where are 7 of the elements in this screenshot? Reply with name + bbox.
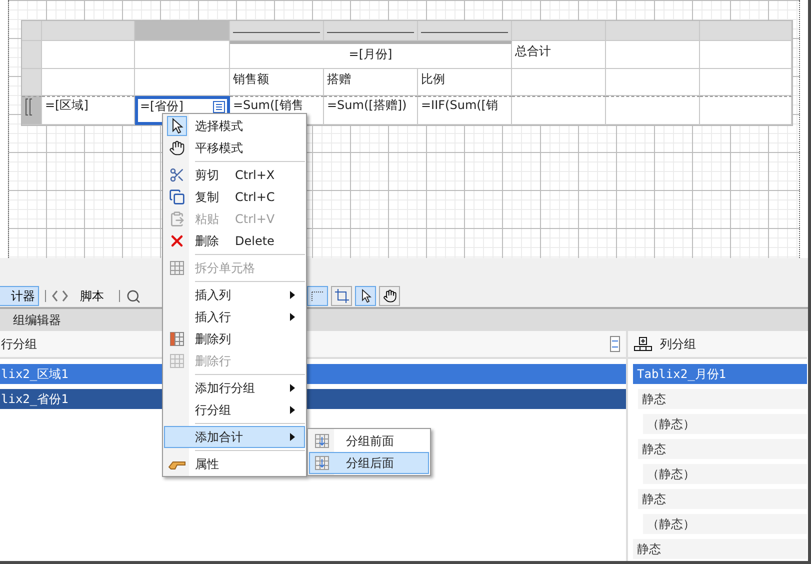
table-cell: 搭赠	[324, 69, 418, 96]
pane-title: 列分组	[660, 336, 697, 352]
table-cell: 总合计	[512, 41, 606, 69]
pane-title: 行分组	[1, 336, 37, 352]
table-cell: 销售额	[230, 69, 324, 96]
table-cell: =[月份]	[230, 41, 512, 69]
table-cell: 比例	[418, 69, 512, 96]
